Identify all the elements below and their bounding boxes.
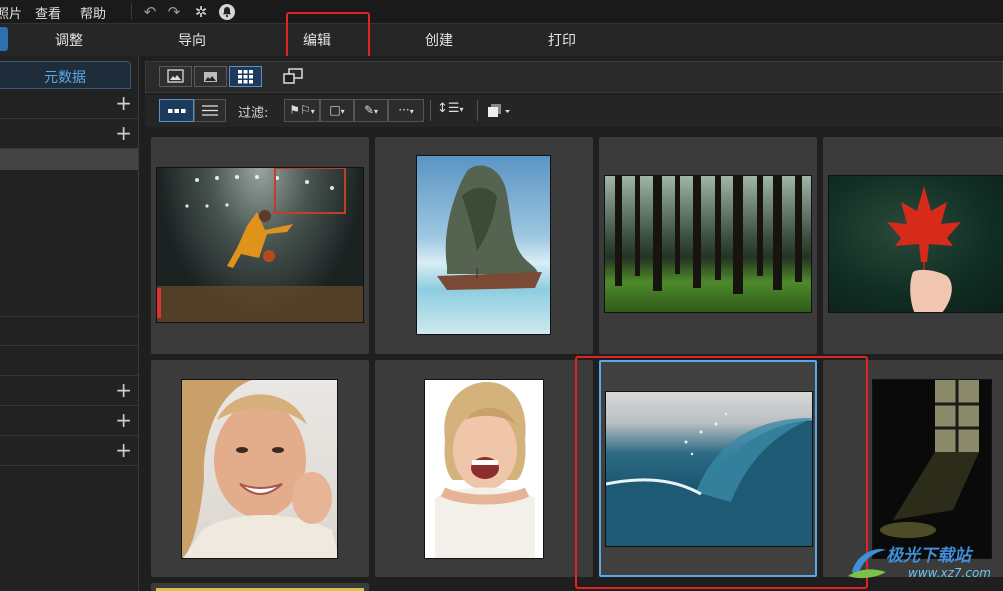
flag-icon: ⚑⚐: [289, 103, 311, 117]
thumbnails-compact-icon: [168, 109, 186, 113]
tab-metadata-label: 元数据: [44, 70, 86, 86]
thumbnail-cell[interactable]: [375, 137, 593, 354]
filter-separator: [430, 100, 431, 121]
folder-item-selected[interactable]: [0, 149, 138, 170]
thumbnail-cell[interactable]: [151, 360, 369, 577]
tab-print[interactable]: 打印: [548, 30, 576, 50]
dropdown-arrow-icon: ▾: [409, 107, 414, 116]
settings-icon[interactable]: ✲: [192, 3, 210, 21]
redo-icon[interactable]: ↷: [165, 3, 183, 21]
notification-bell-icon[interactable]: [218, 3, 236, 21]
menu-bar: 照片 查看 帮助 ↶ ↷ ✲: [0, 0, 1003, 23]
watermark: 极光下载站 www.xz7.com: [846, 536, 1003, 591]
tab-adjust[interactable]: 调整: [55, 30, 83, 50]
photo-basketball-player-dunk: [156, 167, 364, 323]
thumbnail-cell[interactable]: [151, 137, 369, 354]
sort-icon: ↕☰: [437, 101, 460, 116]
add-icon[interactable]: +: [115, 438, 132, 462]
thumbnail-size-small-button[interactable]: [159, 99, 194, 122]
photo-dark-window-room: [872, 379, 992, 559]
list-icon: [202, 105, 218, 116]
dropdown-arrow-icon: ▾: [459, 105, 464, 114]
add-icon[interactable]: +: [115, 91, 132, 115]
filter-label: 过滤:: [238, 106, 269, 121]
thumbnail-cell[interactable]: [823, 137, 1003, 354]
grid-view-icon: [238, 70, 253, 84]
tab-guide[interactable]: 导向: [178, 30, 206, 50]
thumbnail-cell[interactable]: [375, 360, 593, 577]
watermark-logo-icon: [848, 548, 886, 579]
grid-view-button[interactable]: [229, 66, 262, 87]
stack-icon: [488, 104, 510, 117]
stack-dropdown[interactable]: [486, 101, 514, 121]
add-icon[interactable]: +: [115, 408, 132, 432]
single-view-button[interactable]: [194, 66, 227, 87]
panel-section-6[interactable]: +: [0, 406, 138, 436]
more-dots-icon: ···: [398, 103, 410, 117]
filmstrip-view-icon: [167, 69, 184, 83]
add-icon[interactable]: +: [115, 121, 132, 145]
menu-view[interactable]: 查看: [35, 3, 61, 22]
tab-manage-active[interactable]: [0, 27, 8, 51]
filter-bar: [145, 95, 1003, 127]
color-label-filter-dropdown[interactable]: □▾: [320, 99, 354, 122]
panel-section-1[interactable]: +: [0, 89, 138, 119]
dropdown-arrow-icon: ▾: [340, 107, 345, 116]
single-view-icon: [204, 72, 217, 82]
filmstrip-view-button[interactable]: [159, 66, 192, 87]
pencil-icon: ✎: [363, 103, 375, 117]
panel-section-4[interactable]: [0, 346, 138, 376]
watermark-text: 极光下载站: [886, 546, 971, 566]
left-panel: + + + + +: [0, 56, 139, 591]
dropdown-arrow-icon: ▾: [374, 107, 379, 116]
panel-section-5[interactable]: +: [0, 376, 138, 406]
sort-dropdown[interactable]: ↕☰▾: [437, 101, 471, 121]
flag-filter-dropdown[interactable]: ⚑⚐▾: [284, 99, 320, 122]
more-filter-dropdown[interactable]: ···▾: [388, 99, 424, 122]
list-view-button[interactable]: [194, 99, 226, 122]
edit-filter-dropdown[interactable]: ✎▾: [354, 99, 388, 122]
panel-section-7[interactable]: +: [0, 436, 138, 466]
module-tab-bar: [0, 23, 1003, 57]
tab-create[interactable]: 创建: [425, 30, 453, 50]
tab-metadata[interactable]: 元数据: [0, 61, 131, 89]
highlight-box-selected-photo: [575, 356, 868, 589]
compare-view-icon[interactable]: [281, 67, 305, 91]
photo-smiling-woman: [181, 379, 338, 559]
watermark-url: www.xz7.com: [908, 566, 991, 580]
menu-help[interactable]: 帮助: [80, 3, 106, 22]
undo-icon[interactable]: ↶: [141, 3, 159, 21]
view-mode-bar: [145, 61, 1003, 93]
panel-section-2[interactable]: +: [0, 119, 138, 149]
filter-separator: [477, 100, 478, 121]
photo-rock-island-boat: [416, 155, 551, 335]
menu-photo[interactable]: 照片: [0, 3, 22, 22]
thumbnail-cell[interactable]: [599, 137, 817, 354]
add-icon[interactable]: +: [115, 378, 132, 402]
panel-section-3[interactable]: [0, 316, 138, 346]
menu-separator: [131, 3, 132, 20]
photo-laughing-blonde-woman: [424, 379, 544, 559]
dropdown-arrow-icon: ▾: [310, 107, 315, 116]
thumbnail-cell[interactable]: [151, 583, 369, 591]
photo-forest-trees: [604, 175, 812, 313]
square-icon: □: [329, 103, 341, 117]
photo-red-maple-leaf-hand: [828, 175, 1003, 313]
